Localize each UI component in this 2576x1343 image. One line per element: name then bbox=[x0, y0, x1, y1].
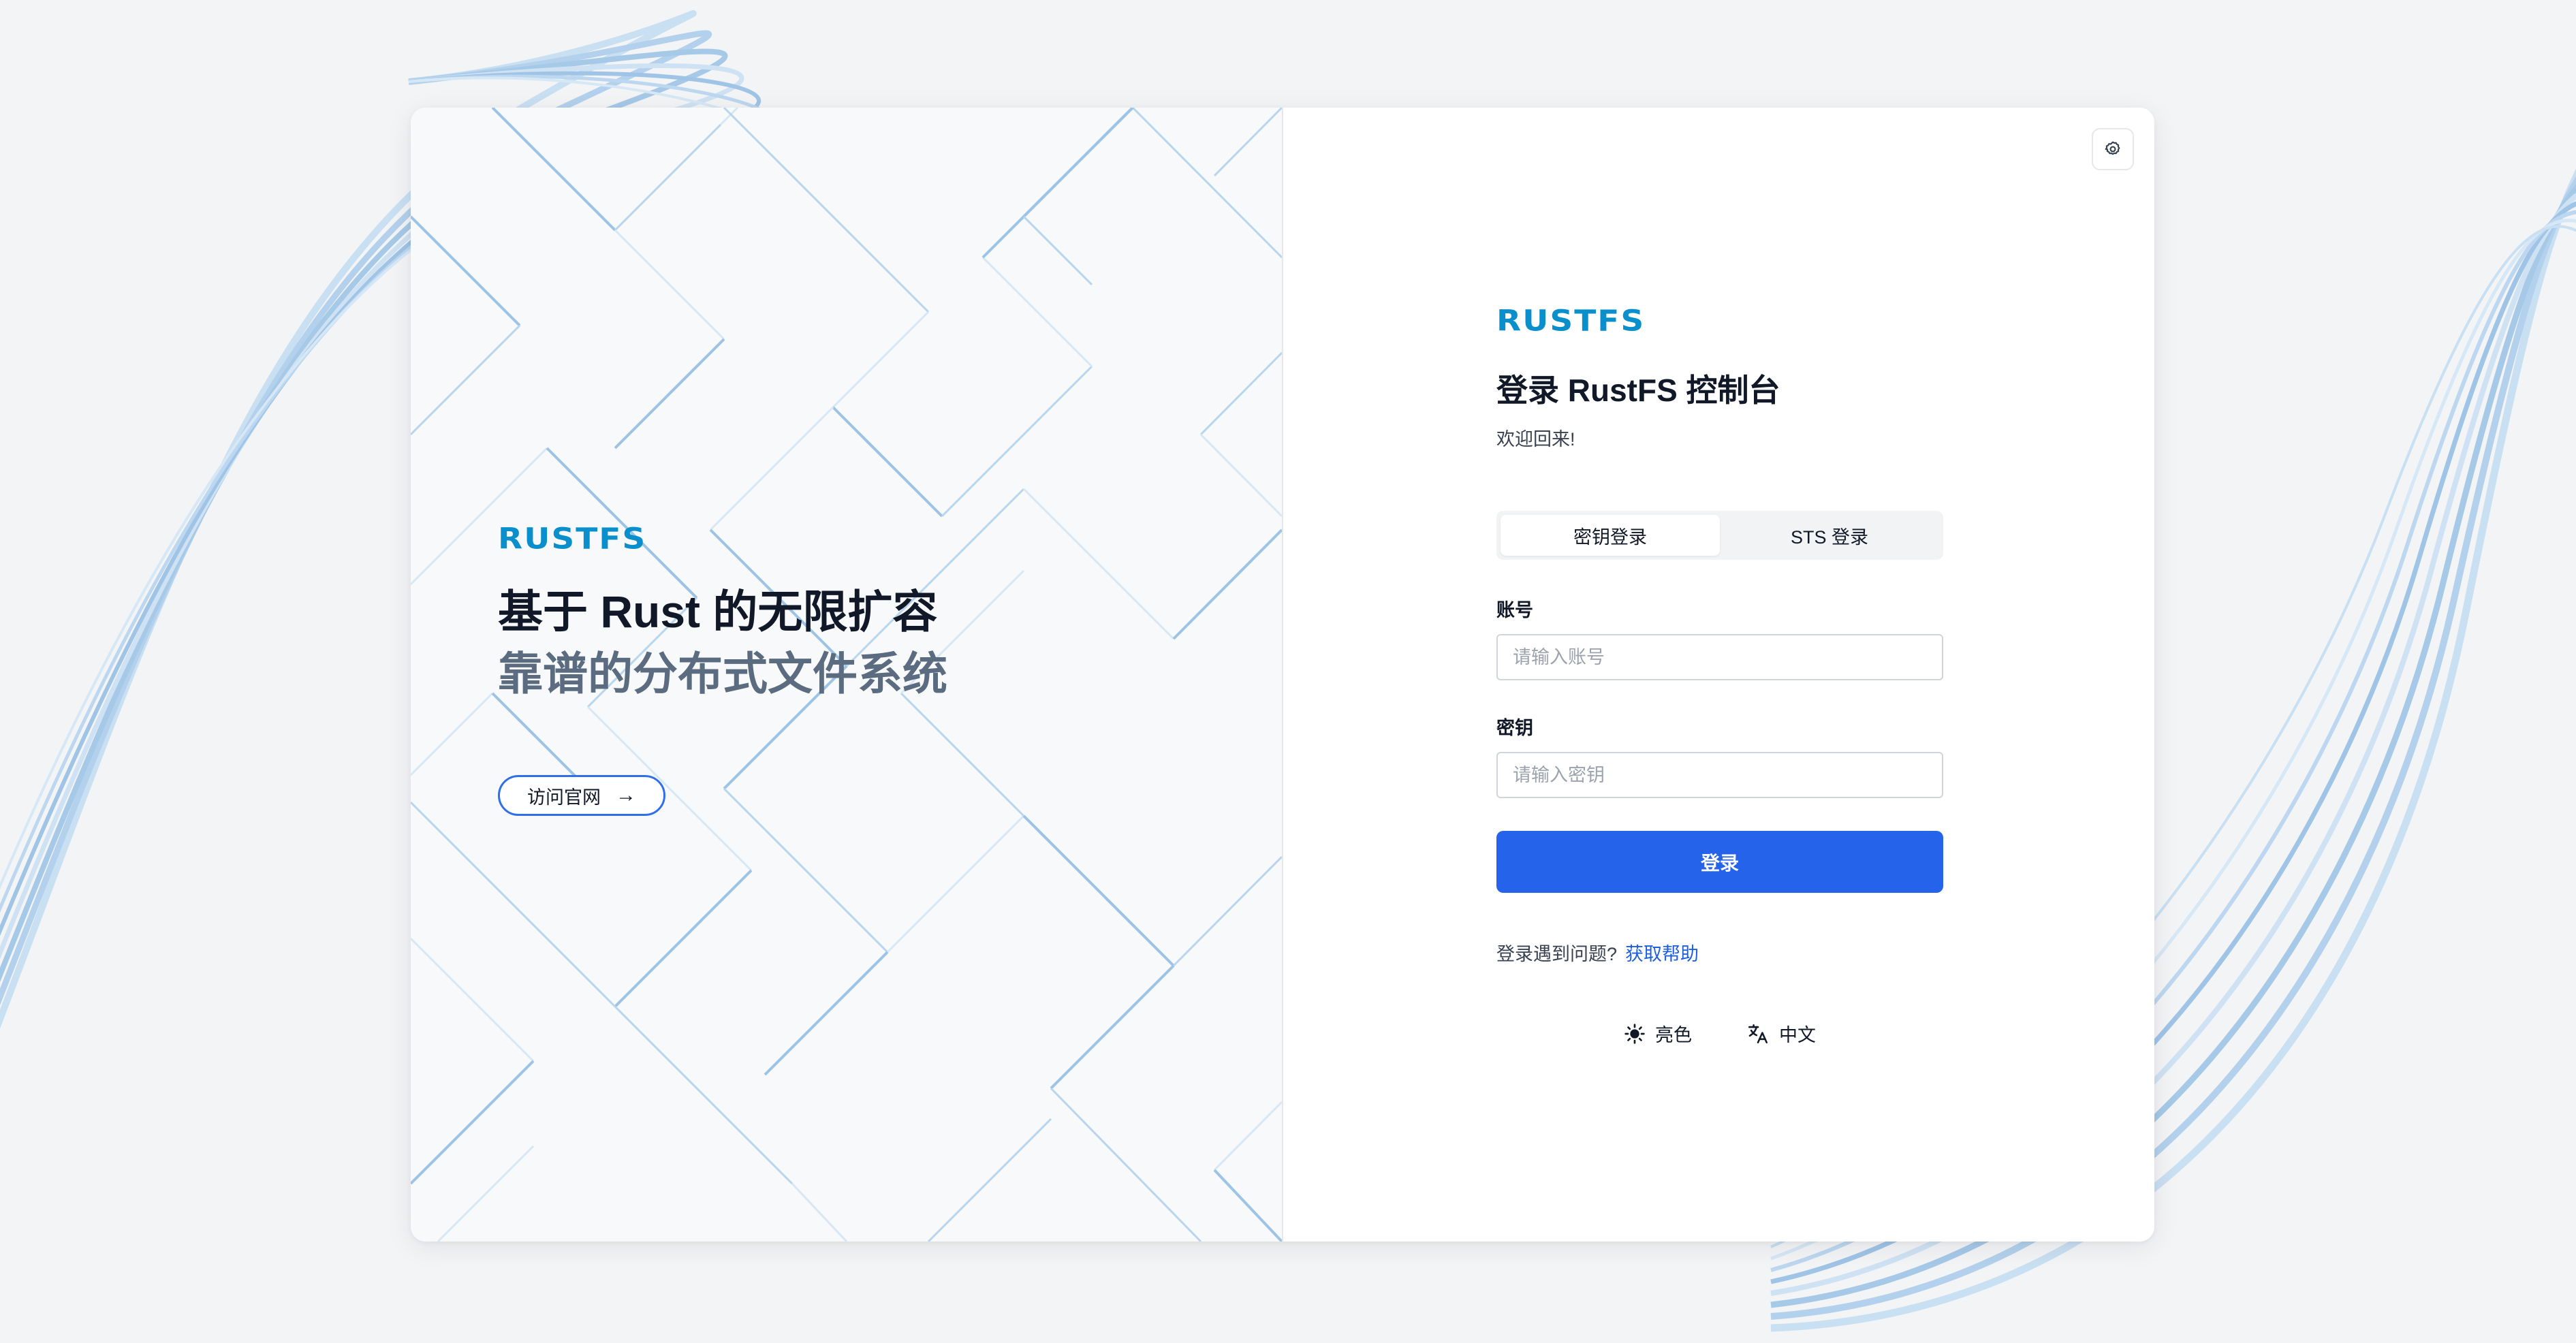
maze-line bbox=[1050, 964, 1175, 1090]
maze-line bbox=[614, 338, 725, 449]
maze-line bbox=[411, 937, 535, 1062]
preferences-row: 亮色 中文 bbox=[1496, 1020, 1943, 1047]
settings-button[interactable] bbox=[2092, 128, 2134, 170]
hero-section: RUSTFS 基于 Rust 的无限扩容 靠谱的分布式文件系统 访问官网 → bbox=[498, 523, 947, 816]
tab-key-login[interactable]: 密钥登录 bbox=[1501, 515, 1720, 556]
maze-line bbox=[1022, 488, 1175, 640]
login-title: 登录 RustFS 控制台 bbox=[1496, 373, 1780, 408]
login-button[interactable]: 登录 bbox=[1496, 831, 1943, 893]
maze-line bbox=[1022, 815, 1175, 967]
login-panel: RUSTFS 登录 RustFS 控制台 欢迎回来! 密钥登录 STS 登录 账… bbox=[1283, 108, 2154, 1242]
maze-line bbox=[614, 229, 725, 341]
welcome-text: 欢迎回来! bbox=[1496, 429, 1575, 449]
visit-website-button[interactable]: 访问官网 → bbox=[498, 775, 665, 816]
maze-line bbox=[1022, 215, 1093, 286]
language-switch[interactable]: 中文 bbox=[1746, 1020, 1816, 1047]
translate-icon bbox=[1748, 1024, 1768, 1043]
maze-line bbox=[1199, 433, 1282, 518]
arrow-right-icon: → bbox=[616, 784, 636, 806]
login-form: RUSTFS 登录 RustFS 控制台 欢迎回来! 密钥登录 STS 登录 账… bbox=[1496, 305, 1943, 1047]
maze-line bbox=[723, 108, 930, 313]
hero-title: 基于 Rust 的无限扩容 bbox=[498, 586, 938, 637]
gear-icon bbox=[2105, 141, 2120, 155]
account-label: 账号 bbox=[1496, 600, 1533, 620]
account-input[interactable] bbox=[1496, 634, 1943, 680]
secret-input[interactable] bbox=[1496, 752, 1943, 798]
maze-line bbox=[832, 406, 943, 518]
maze-line bbox=[1022, 108, 1134, 218]
help-link[interactable]: 获取帮助 bbox=[1625, 944, 1699, 964]
hero-subtitle: 靠谱的分布式文件系统 bbox=[498, 648, 947, 699]
maze-line bbox=[411, 692, 494, 776]
help-text: 登录遇到问题? bbox=[1496, 944, 1618, 964]
maze-line bbox=[981, 256, 1093, 368]
form-logo: RUSTFS bbox=[1496, 304, 1646, 338]
hero-logo: RUSTFS bbox=[498, 522, 647, 556]
maze-line bbox=[791, 1182, 848, 1242]
maze-line bbox=[1050, 1087, 1202, 1242]
maze-line bbox=[886, 815, 1025, 953]
theme-label: 亮色 bbox=[1655, 1025, 1692, 1045]
maze-line bbox=[411, 215, 521, 327]
secret-label: 密钥 bbox=[1496, 718, 1533, 738]
maze-line bbox=[411, 801, 616, 1008]
maze-line bbox=[764, 951, 889, 1076]
maze-line bbox=[719, 108, 739, 126]
login-method-tabs: 密钥登录 STS 登录 bbox=[1496, 511, 1943, 560]
maze-line bbox=[1213, 1169, 1282, 1242]
brand-panel: RUSTFS 基于 Rust 的无限扩容 靠谱的分布式文件系统 访问官网 → bbox=[411, 108, 1283, 1242]
maze-line bbox=[614, 1005, 794, 1185]
maze-line bbox=[1213, 108, 1282, 177]
maze-line bbox=[614, 123, 722, 232]
maze-line bbox=[1172, 855, 1282, 967]
login-card: RUSTFS 基于 Rust 的无限扩容 靠谱的分布式文件系统 访问官网 → R… bbox=[411, 108, 2154, 1242]
maze-line bbox=[1172, 528, 1282, 640]
maze-line bbox=[491, 108, 616, 232]
maze-line bbox=[437, 1145, 535, 1242]
tab-sts-login[interactable]: STS 登录 bbox=[1720, 515, 1939, 556]
maze-line bbox=[614, 869, 753, 1008]
sun-icon bbox=[1624, 1023, 1645, 1044]
help-row: 登录遇到问题? 获取帮助 bbox=[1496, 939, 1943, 966]
maze-line bbox=[927, 1118, 1052, 1242]
maze-line bbox=[1213, 1101, 1282, 1171]
maze-line bbox=[411, 324, 521, 436]
maze-line bbox=[941, 365, 1093, 518]
language-label: 中文 bbox=[1779, 1025, 1816, 1045]
maze-line bbox=[1199, 351, 1282, 436]
theme-toggle[interactable]: 亮色 bbox=[1624, 1020, 1692, 1047]
maze-line bbox=[832, 311, 930, 409]
visit-website-label: 访问官网 bbox=[527, 787, 601, 808]
maze-line bbox=[709, 406, 834, 531]
